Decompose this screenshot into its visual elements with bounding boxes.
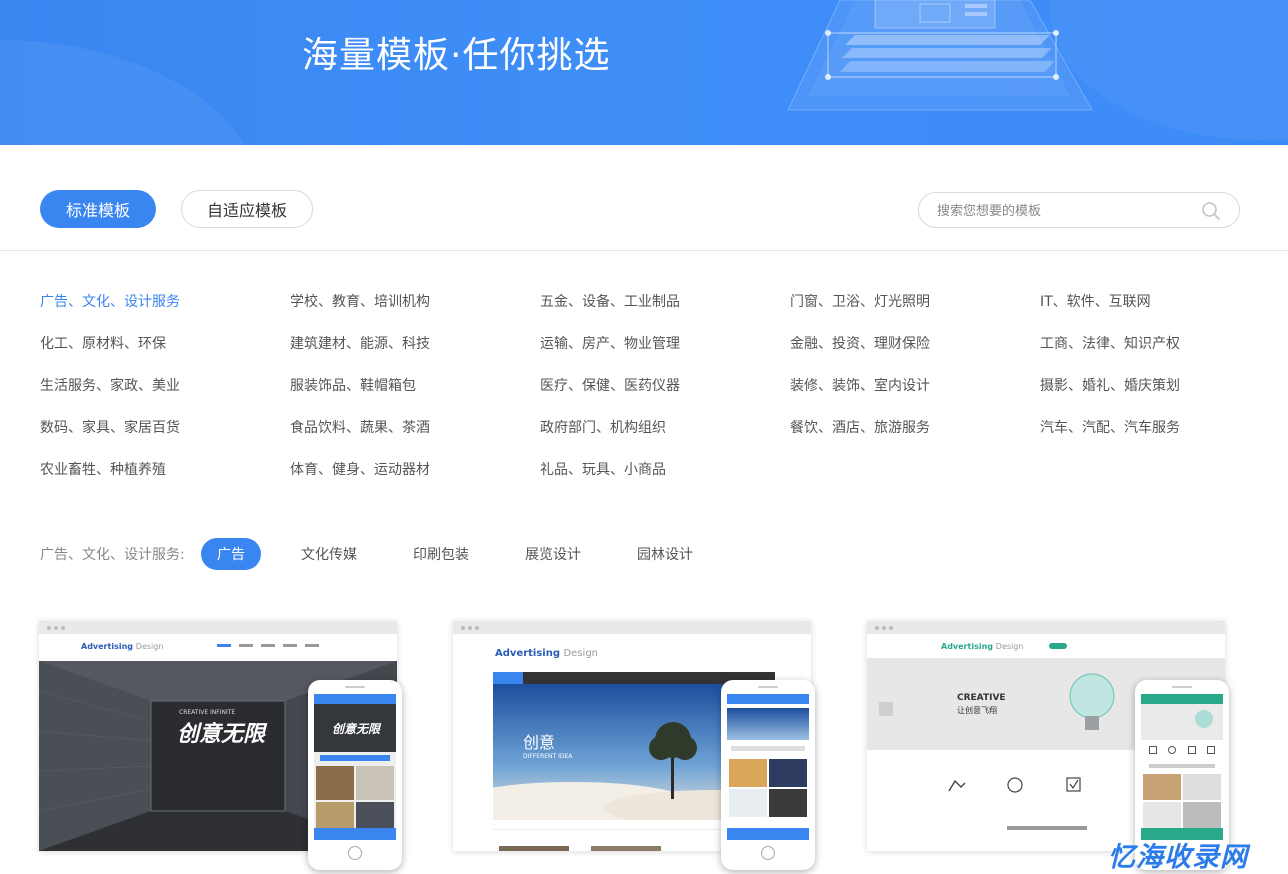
phone-home-button [761, 846, 775, 860]
category-link[interactable]: 餐饮、酒店、旅游服务 [790, 418, 1040, 438]
category-link[interactable]: 化工、原材料、环保 [40, 334, 290, 354]
subfilter-culture-media[interactable]: 文化传媒 [290, 538, 368, 570]
tab-responsive-templates[interactable]: 自适应模板 [181, 190, 313, 228]
search-icon[interactable] [1201, 201, 1221, 221]
category-link[interactable]: 食品饮料、蔬果、茶酒 [290, 418, 540, 438]
template-hero-subtext: DIFFERENT IDEA [523, 753, 573, 760]
banner: 海量模板·任你挑选 [0, 0, 1288, 145]
template-hero-text: 创意无限 [177, 722, 266, 747]
category-link[interactable]: 五金、设备、工业制品 [540, 292, 790, 312]
template-stack-illustration [787, 0, 1093, 111]
template-hero-text: 创意 [523, 733, 556, 752]
banner-title: 海量模板·任你挑选 [302, 35, 611, 76]
section-divider [0, 250, 1288, 251]
category-link[interactable]: 装修、装饰、室内设计 [790, 376, 1040, 396]
phone-preview [721, 680, 815, 870]
category-link[interactable]: 生活服务、家政、美业 [40, 376, 290, 396]
category-grid: 广告、文化、设计服务 学校、教育、培训机构 五金、设备、工业制品 门窗、卫浴、灯… [40, 292, 1280, 480]
feature-icons-row [948, 777, 1081, 793]
subfilter-label: 广告、文化、设计服务: [40, 547, 185, 563]
template-hero-subtext: 让创意飞翔 [957, 706, 997, 715]
category-link[interactable]: 医疗、保健、医药仪器 [540, 376, 790, 396]
category-link[interactable]: 金融、投资、理财保险 [790, 334, 1040, 354]
template-logo: Advertising Design [495, 648, 599, 659]
category-link[interactable]: IT、软件、互联网 [1040, 292, 1280, 312]
phone-preview: 创意无限 [308, 680, 402, 870]
category-link[interactable]: 服装饰品、鞋帽箱包 [290, 376, 540, 396]
category-link[interactable]: 运输、房产、物业管理 [540, 334, 790, 354]
subfilter-landscape-design[interactable]: 园林设计 [626, 538, 704, 570]
subfilter-advertising[interactable]: 广告 [201, 538, 261, 570]
category-link[interactable]: 摄影、婚礼、婚庆策划 [1040, 376, 1280, 396]
category-link[interactable]: 学校、教育、培训机构 [290, 292, 540, 312]
template-site-header: Advertising Design [867, 634, 1225, 658]
phone-home-button [348, 846, 362, 860]
template-logo: Advertising Design [81, 642, 164, 651]
category-link[interactable]: 建筑建材、能源、科技 [290, 334, 540, 354]
template-site-header: Advertising Design [39, 634, 397, 661]
template-logo: Advertising Design [941, 642, 1024, 651]
template-hero-subtext: CREATIVE INFINITE [179, 709, 236, 716]
subfilter-print-packaging[interactable]: 印刷包装 [402, 538, 480, 570]
banner-decor-arc [0, 40, 260, 145]
category-link[interactable]: 体育、健身、运动器材 [290, 460, 540, 480]
category-link[interactable]: 工商、法律、知识产权 [1040, 334, 1280, 354]
watermark-logo: 忆海收录网 [1108, 842, 1248, 873]
search-box [918, 192, 1240, 228]
template-site-header: Advertising Design [453, 634, 811, 672]
tab-standard-templates[interactable]: 标准模板 [40, 190, 156, 228]
browser-chrome [39, 621, 397, 634]
category-link[interactable]: 门窗、卫浴、灯光照明 [790, 292, 1040, 312]
category-link[interactable]: 广告、文化、设计服务 [40, 292, 290, 312]
category-link[interactable]: 农业畜牲、种植养殖 [40, 460, 290, 480]
category-link[interactable]: 政府部门、机构组织 [540, 418, 790, 438]
subfilter-exhibition-design[interactable]: 展览设计 [514, 538, 592, 570]
category-link[interactable]: 礼品、玩具、小商品 [540, 460, 790, 480]
category-link[interactable]: 汽车、汽配、汽车服务 [1040, 418, 1280, 438]
search-input[interactable] [937, 201, 1197, 221]
category-link[interactable]: 数码、家具、家居百货 [40, 418, 290, 438]
template-hero-text: CREATIVE [957, 693, 1006, 703]
